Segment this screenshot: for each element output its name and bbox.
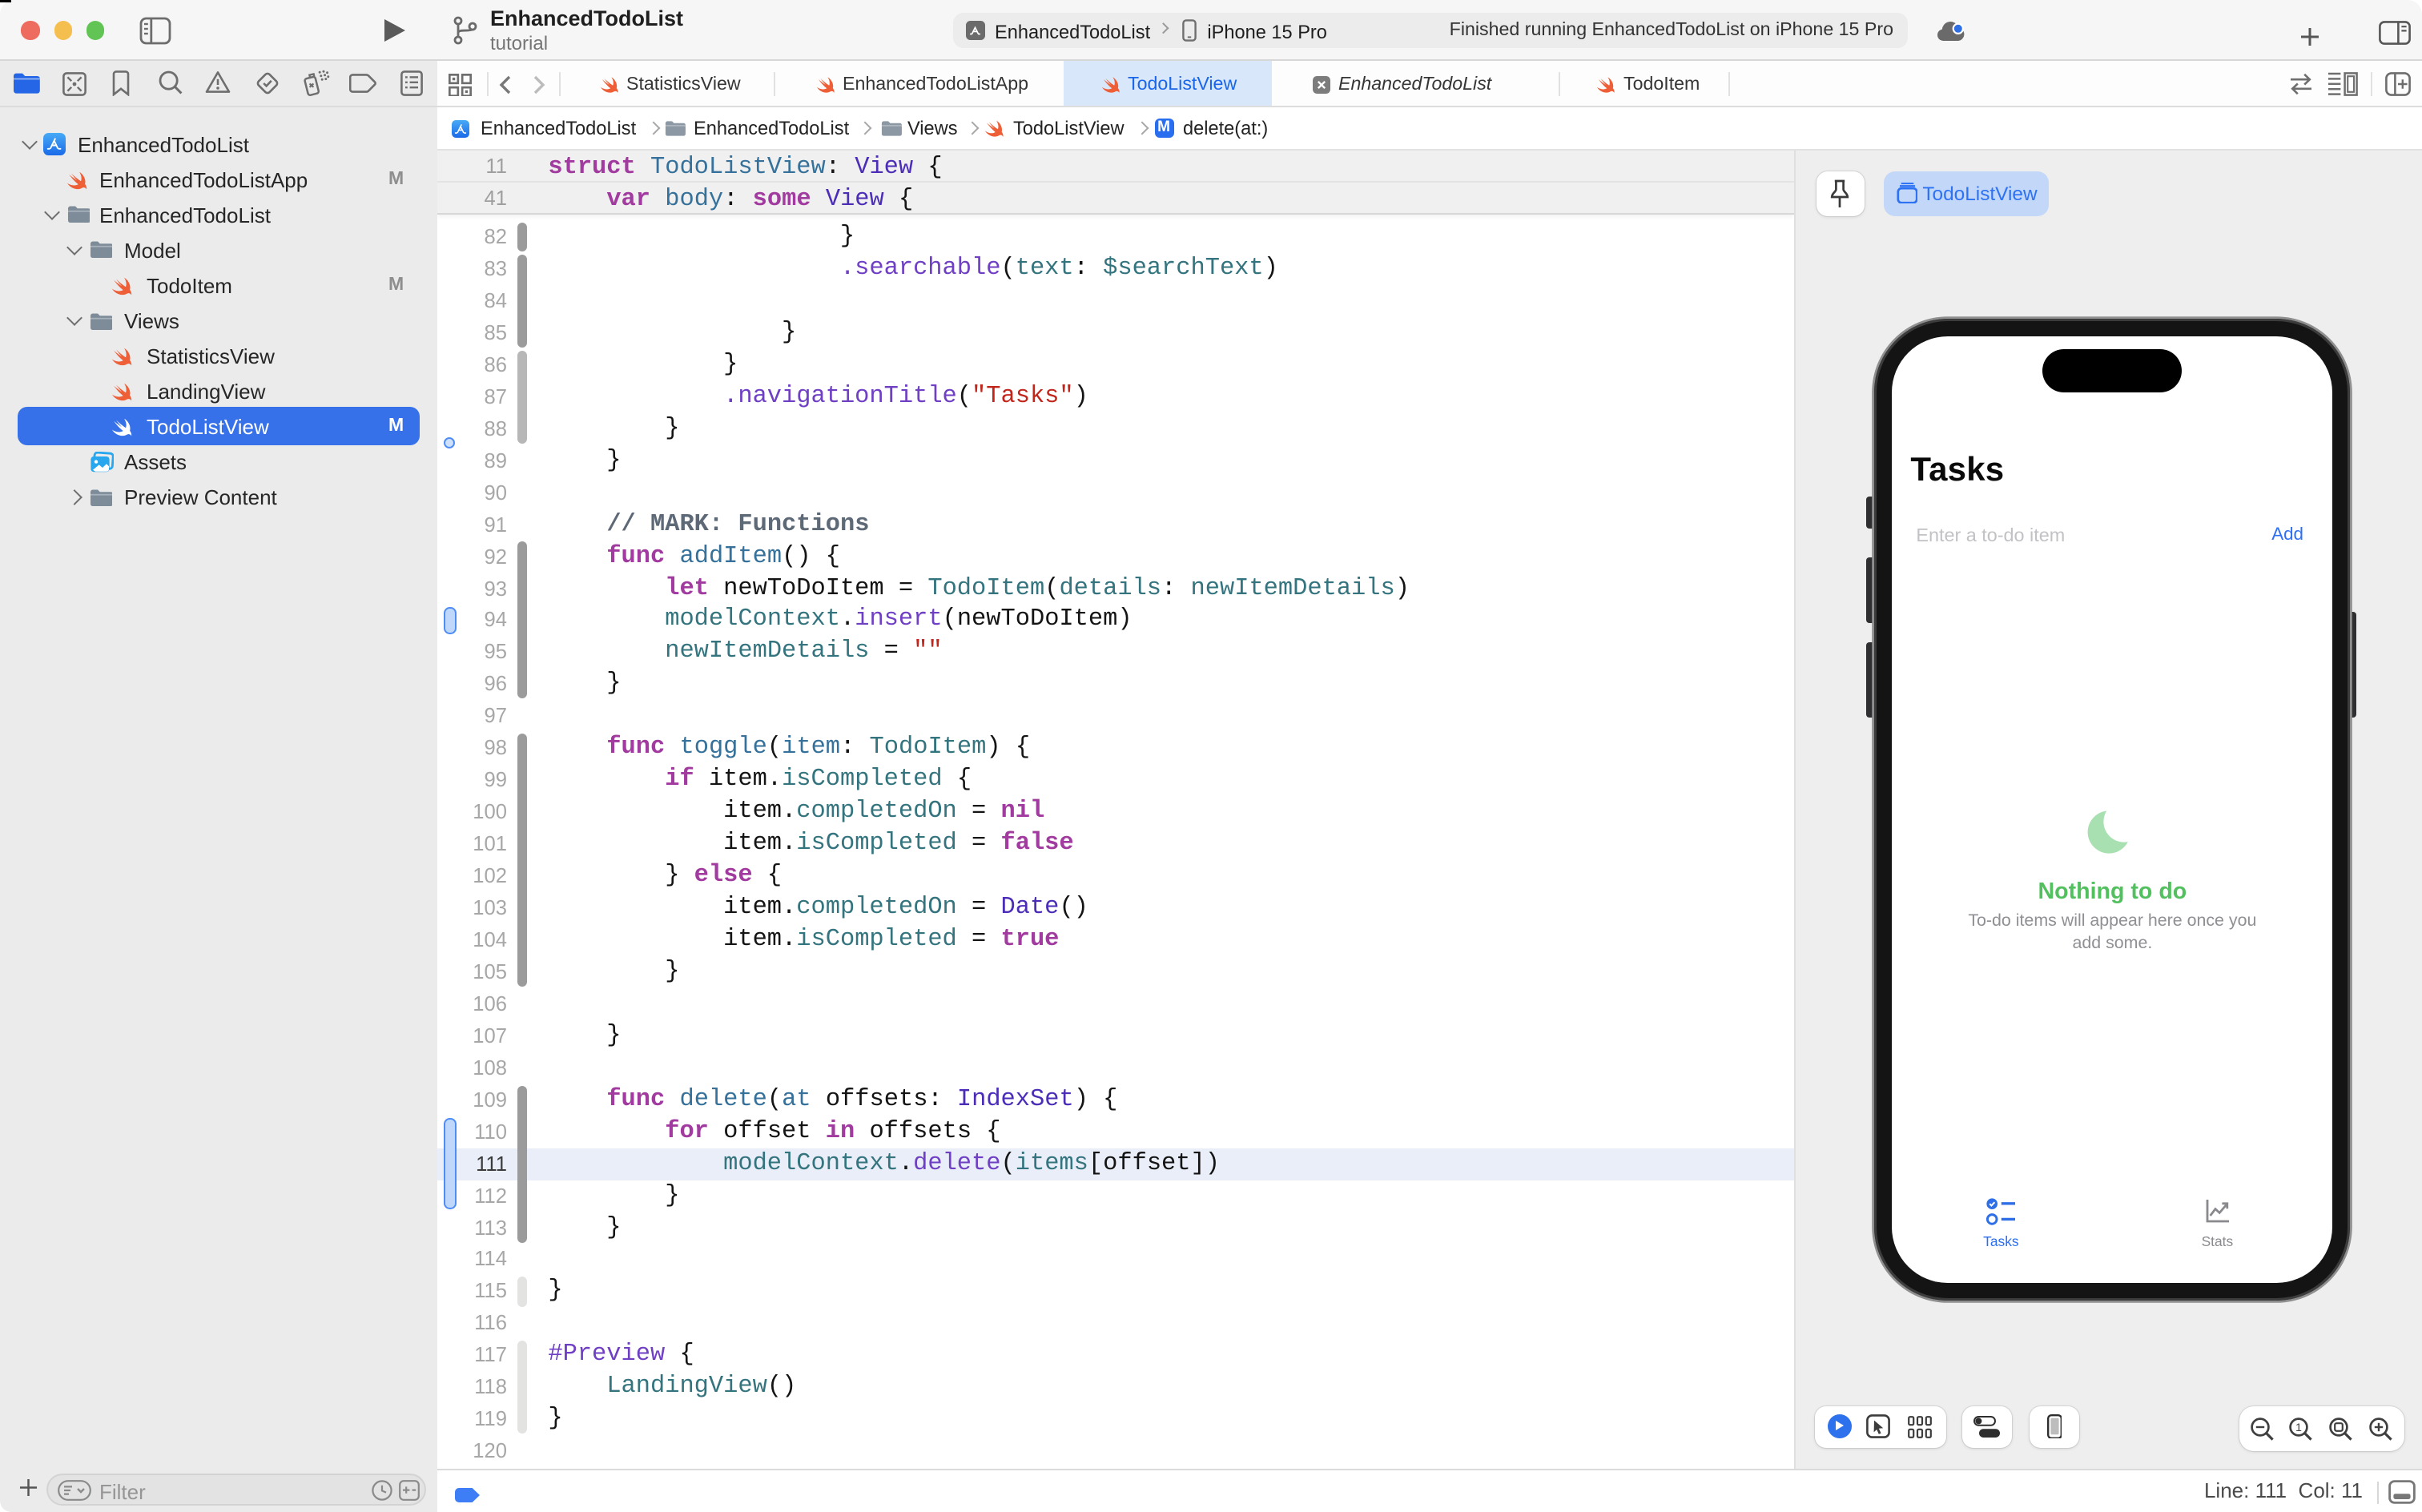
svg-text:1: 1 [2296, 1420, 2303, 1433]
